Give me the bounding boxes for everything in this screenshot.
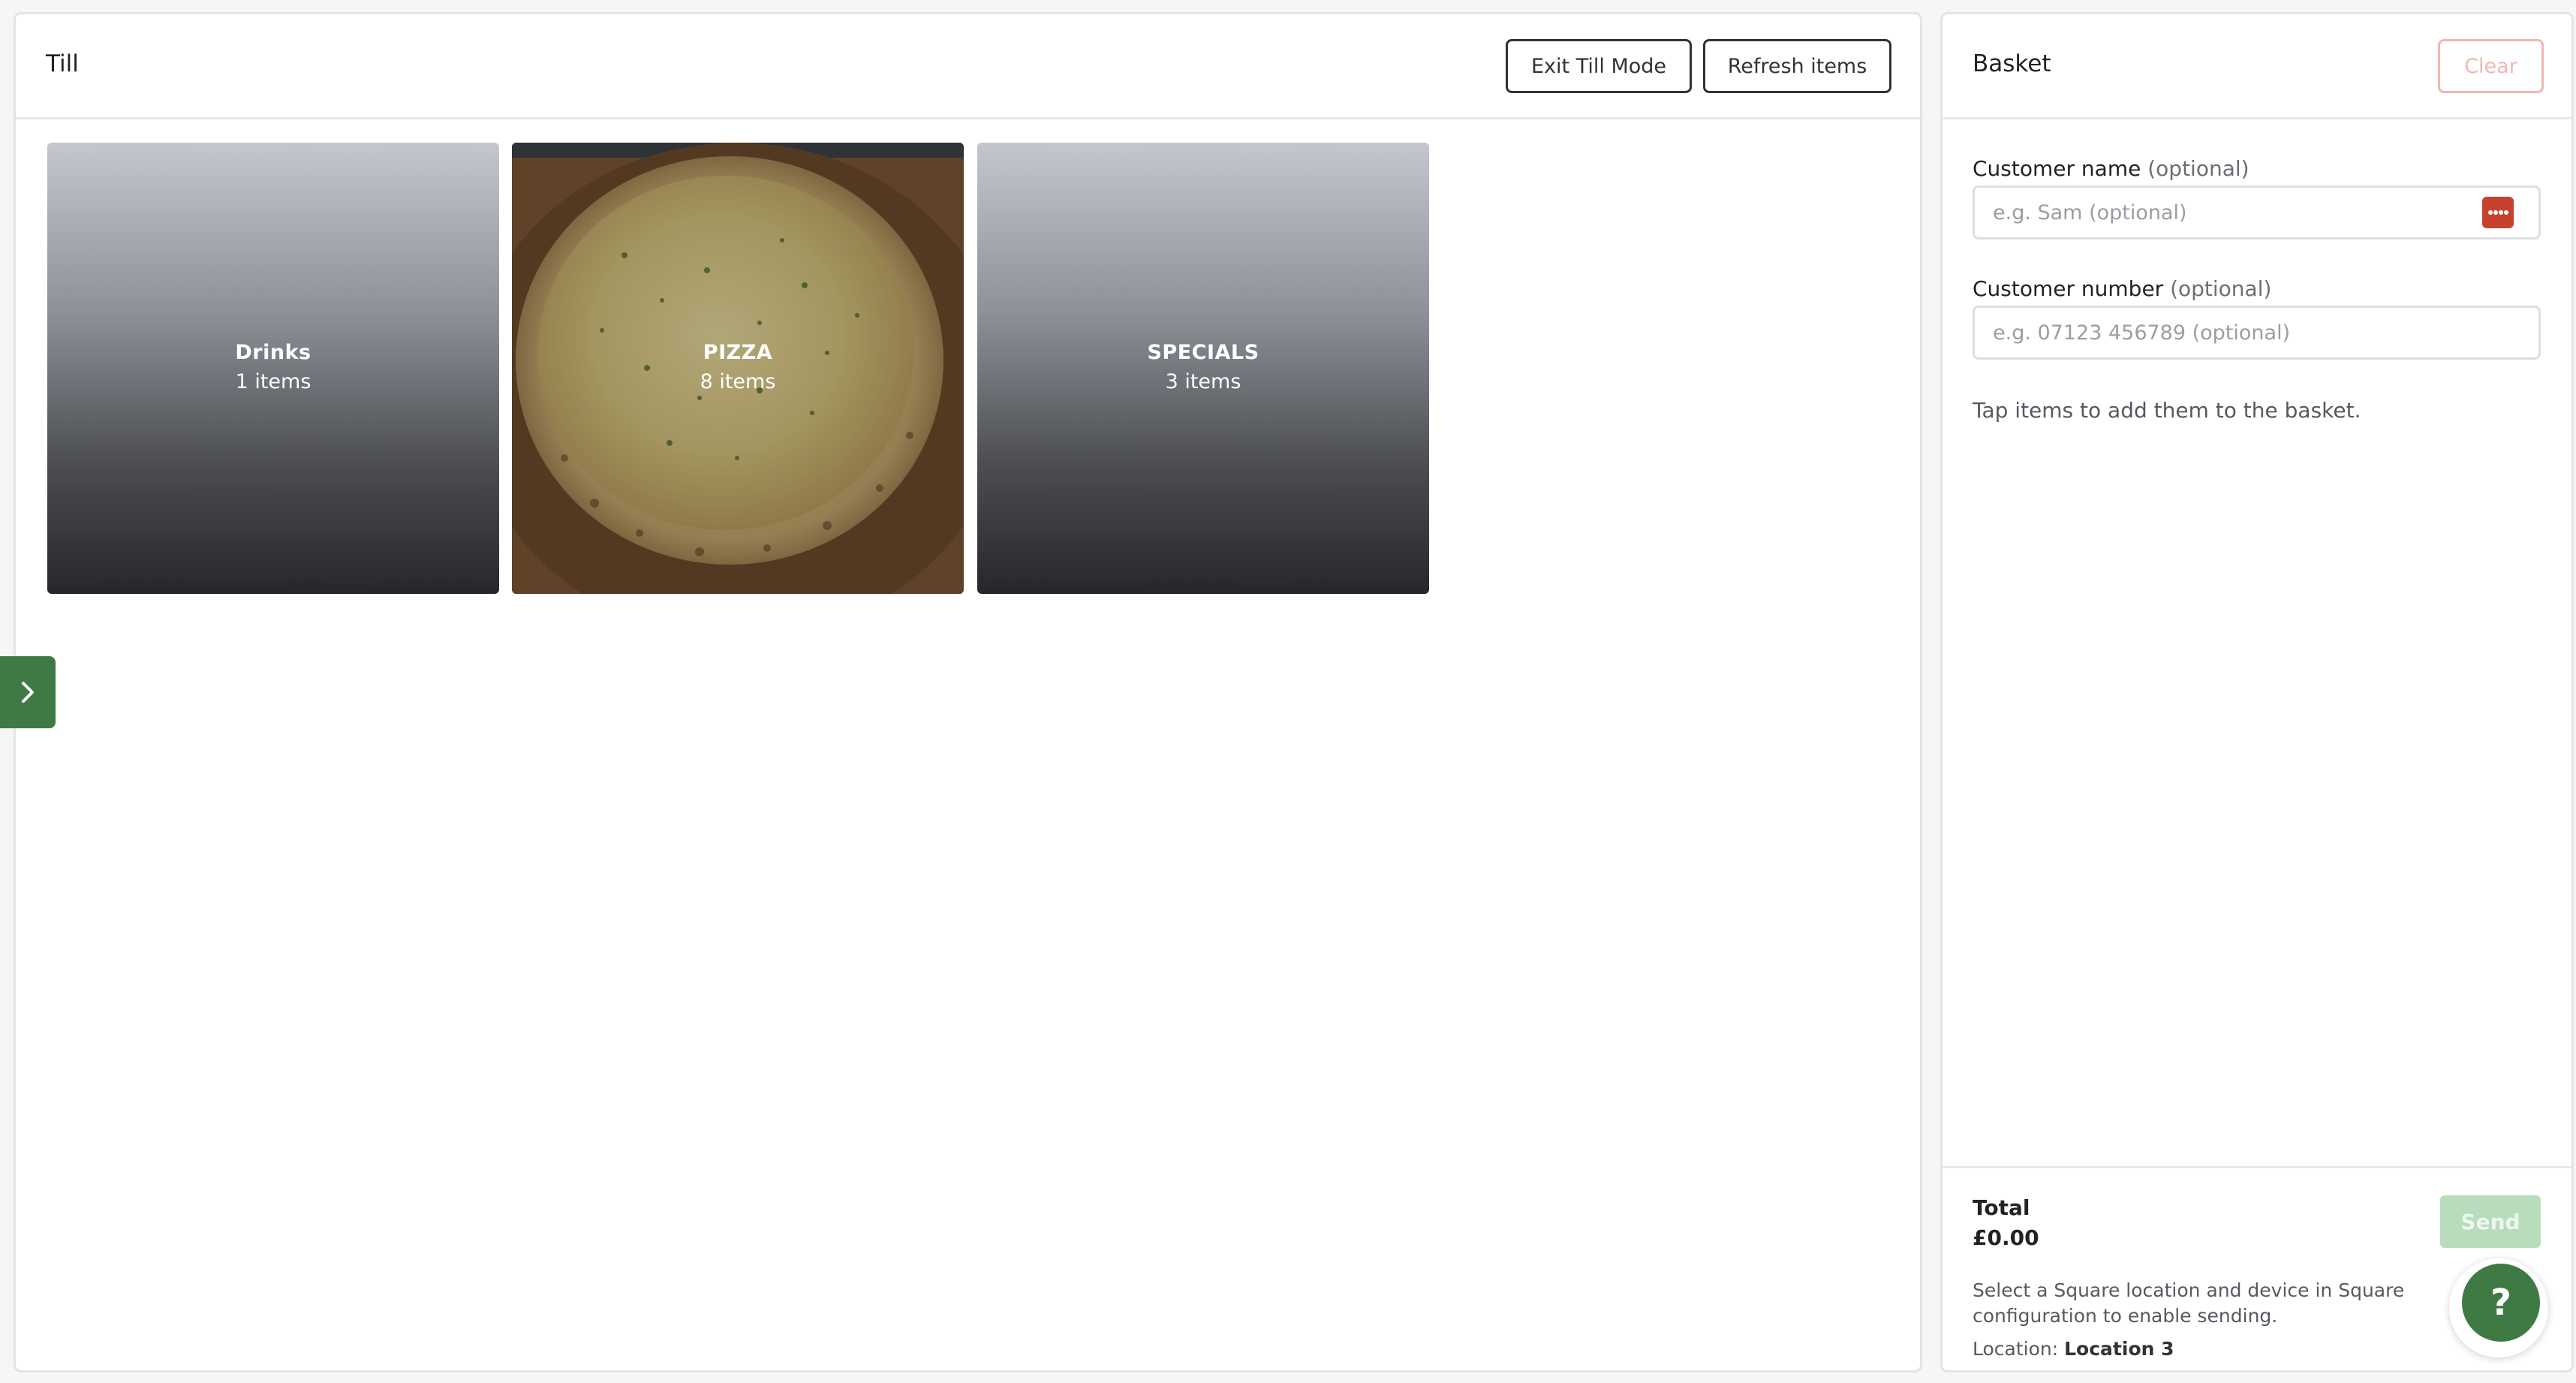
exit-till-mode-button[interactable]: Exit Till Mode [1506,39,1692,93]
till-header: Till Exit Till Mode Refresh items [16,14,1920,119]
send-button[interactable]: Send [2440,1195,2541,1248]
clear-basket-button[interactable]: Clear [2438,39,2544,93]
basket-title: Basket [1973,50,2051,77]
help-button[interactable]: ? [2462,1264,2540,1342]
category-count: 3 items [1165,370,1241,393]
location-label: Location: [1973,1338,2059,1360]
category-name: Drinks [235,341,311,364]
till-panel: Till Exit Till Mode Refresh items Drinks… [14,12,1922,1372]
sidebar-toggle-button[interactable] [0,656,56,728]
category-tile-drinks[interactable]: Drinks 1 items [47,143,499,594]
customer-name-label-text: Customer name [1973,156,2141,181]
customer-name-optional: (optional) [2147,156,2249,181]
category-count: 8 items [700,370,776,393]
category-name: SPECIALS [1147,341,1259,364]
customer-number-input[interactable] [1973,306,2541,360]
send-disabled-note: Select a Square location and device in S… [1973,1279,2405,1327]
category-name: PIZZA [703,341,773,364]
basket-empty-hint: Tap items to add them to the basket. [1973,398,2361,423]
location-info: Location: Location 3 [1973,1338,2174,1360]
location-value: Location 3 [2064,1338,2174,1360]
total-value: £0.00 [1973,1225,2039,1250]
category-tile-pizza[interactable]: PIZZA 8 items [512,143,964,594]
customer-name-label: Customer name (optional) [1973,156,2249,181]
password-manager-icon[interactable] [2482,197,2514,228]
customer-number-label-text: Customer number [1973,276,2164,301]
basket-header: Basket Clear [1943,14,2571,119]
customer-name-input[interactable] [1973,185,2541,240]
pizza-image-overlay [512,143,964,594]
basket-panel: Basket Clear Customer name (optional) Cu… [1940,12,2574,1372]
category-tile-specials[interactable]: SPECIALS 3 items [977,143,1429,594]
till-title: Till [46,50,79,77]
customer-number-optional: (optional) [2170,276,2272,301]
refresh-items-button[interactable]: Refresh items [1703,39,1891,93]
customer-number-label: Customer number (optional) [1973,276,2271,301]
total-label: Total [1973,1195,2030,1220]
chevron-right-icon [22,682,34,703]
category-count: 1 items [235,370,311,393]
